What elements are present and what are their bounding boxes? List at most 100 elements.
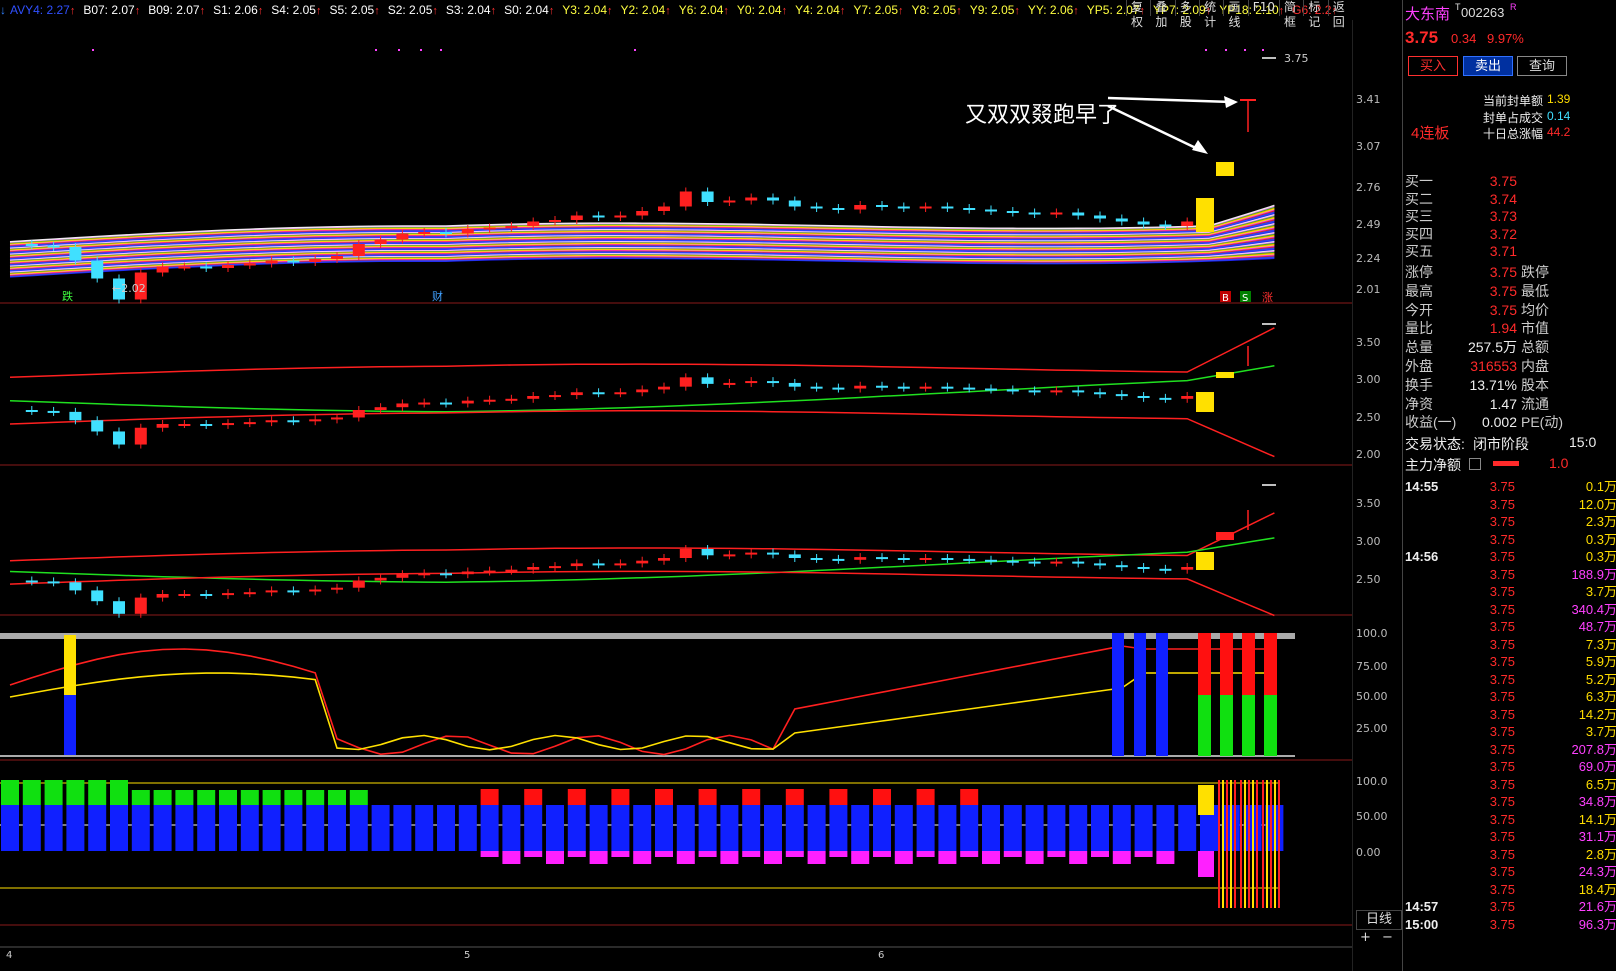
toolbar-button[interactable]: 多股 [1174, 0, 1199, 29]
toolbar-button[interactable]: 统计 [1199, 0, 1223, 29]
stat-value: 3.75 [1489, 282, 1517, 299]
candle [963, 208, 976, 210]
tick-row: 3.75 31.1万 [1403, 828, 1616, 846]
candle [941, 386, 954, 389]
zoom-in-button[interactable]: + [1360, 930, 1371, 945]
candle [1216, 532, 1234, 540]
tick-volume: 21.6万 [1578, 899, 1616, 914]
candle [461, 400, 474, 404]
volume-bar [1198, 785, 1214, 815]
sell-button[interactable]: 卖出 [1463, 56, 1513, 76]
volume-bar [524, 851, 543, 857]
flow-toggle-icon[interactable] [1469, 458, 1481, 470]
toolbar-button[interactable]: 返回 [1327, 0, 1352, 29]
up-arrow-icon: ↑ [956, 5, 962, 17]
candle [374, 577, 387, 581]
candle [854, 205, 867, 210]
toolbar-button[interactable]: F10 [1247, 0, 1279, 16]
stat-label: 涨停 [1405, 264, 1433, 280]
volume-bar [1156, 805, 1175, 851]
seal-amount-label: 当前封单额 [1483, 94, 1544, 108]
volume-bar [480, 789, 499, 805]
tick-volume: 7.3万 [1585, 636, 1616, 652]
candle [1137, 567, 1150, 569]
volume-bar [66, 805, 85, 851]
tick-row: 3.75 188.9万 [1403, 566, 1616, 584]
volume-bar [698, 789, 717, 805]
zoom-out-button[interactable]: − [1382, 930, 1393, 945]
toolbar-button[interactable]: 叠加 [1150, 0, 1174, 29]
candle [876, 205, 888, 207]
tick-price: 3.75 [1489, 864, 1515, 879]
toolbar-button[interactable]: 标记 [1303, 0, 1327, 29]
kline-chart[interactable]: 又双双叕跑早了 3.75 ←2.02 跌 财 B S 涨 4 5 6 [0, 20, 1352, 971]
volume-bar [829, 805, 848, 851]
bid-row: 买四 3.72 [1403, 225, 1616, 243]
indicator-item: S4: 2.05↑ [271, 3, 321, 17]
volume-bar [698, 805, 717, 851]
bid-price: 3.72 [1489, 225, 1517, 242]
period-daily-button[interactable]: 日线 [1356, 910, 1402, 930]
candle [418, 402, 431, 405]
finance-marker: 财 [432, 289, 443, 303]
axis-tick: 2.76 [1356, 181, 1381, 194]
toolbar-button[interactable]: 画线 [1223, 0, 1247, 29]
volume-bar [306, 805, 325, 851]
seal-amount: 1.39 [1547, 92, 1571, 106]
bid-label: 买五 [1405, 243, 1433, 259]
striped-bar [1222, 780, 1224, 908]
up-arrow-icon: ↑ [839, 5, 846, 17]
signal-bar [64, 695, 76, 755]
indicator-item: AVY4: 2.27↑ [10, 3, 75, 17]
volume-bar [698, 851, 717, 857]
candle [200, 594, 213, 596]
candle [134, 427, 147, 445]
candle [178, 424, 191, 426]
seal-ratio: 0.14 [1547, 109, 1571, 123]
axis-tick: 2.50 [1356, 411, 1381, 424]
candle [636, 389, 649, 393]
candle [1072, 390, 1085, 393]
toolbar-button[interactable]: 简框 [1278, 0, 1303, 29]
annotation-arrow [1107, 96, 1233, 104]
tick-row: 3.75 2.3万 [1403, 513, 1616, 531]
up-arrow-icon: ↑ [69, 5, 76, 17]
tick-price: 3.75 [1489, 759, 1515, 774]
candle [832, 387, 845, 390]
candle [396, 574, 409, 578]
tick-price: 3.75 [1489, 496, 1515, 512]
volume-bar [175, 805, 194, 851]
tick-time: 14:57 [1405, 899, 1439, 914]
volume-bar [611, 789, 630, 805]
tick-price: 3.75 [1489, 899, 1515, 914]
top-band [0, 633, 1295, 639]
tick-row: 3.75 5.9万 [1403, 653, 1616, 671]
candle [919, 386, 932, 389]
buy-button[interactable]: 买入 [1408, 56, 1458, 76]
oscillator-line [9, 645, 1275, 756]
candle [767, 552, 779, 555]
stat-row: 涨停 3.75 跌停 [1403, 263, 1616, 281]
toolbar-button[interactable]: 复权 [1126, 0, 1150, 29]
volume-bar [742, 851, 761, 857]
volume-bar [611, 851, 630, 857]
query-button[interactable]: 查询 [1517, 56, 1567, 76]
candle [309, 589, 322, 592]
buy-signal: B [1222, 293, 1229, 304]
candle [91, 420, 104, 432]
candle [505, 569, 518, 572]
volume-bar [393, 805, 412, 851]
signal-bar [1198, 633, 1211, 695]
striped-bar [1266, 780, 1268, 908]
indicator-item: Y4: 2.04↑ [795, 3, 845, 17]
tick-price: 3.75 [1489, 794, 1515, 809]
volume-bar [88, 805, 107, 851]
volume-bar [938, 805, 957, 851]
signal-dot [1225, 49, 1227, 51]
axis-tick: 3.50 [1356, 336, 1381, 349]
candle [396, 233, 409, 240]
candle [788, 200, 801, 207]
candle [265, 420, 278, 423]
candle [440, 232, 452, 234]
candle [614, 215, 627, 218]
